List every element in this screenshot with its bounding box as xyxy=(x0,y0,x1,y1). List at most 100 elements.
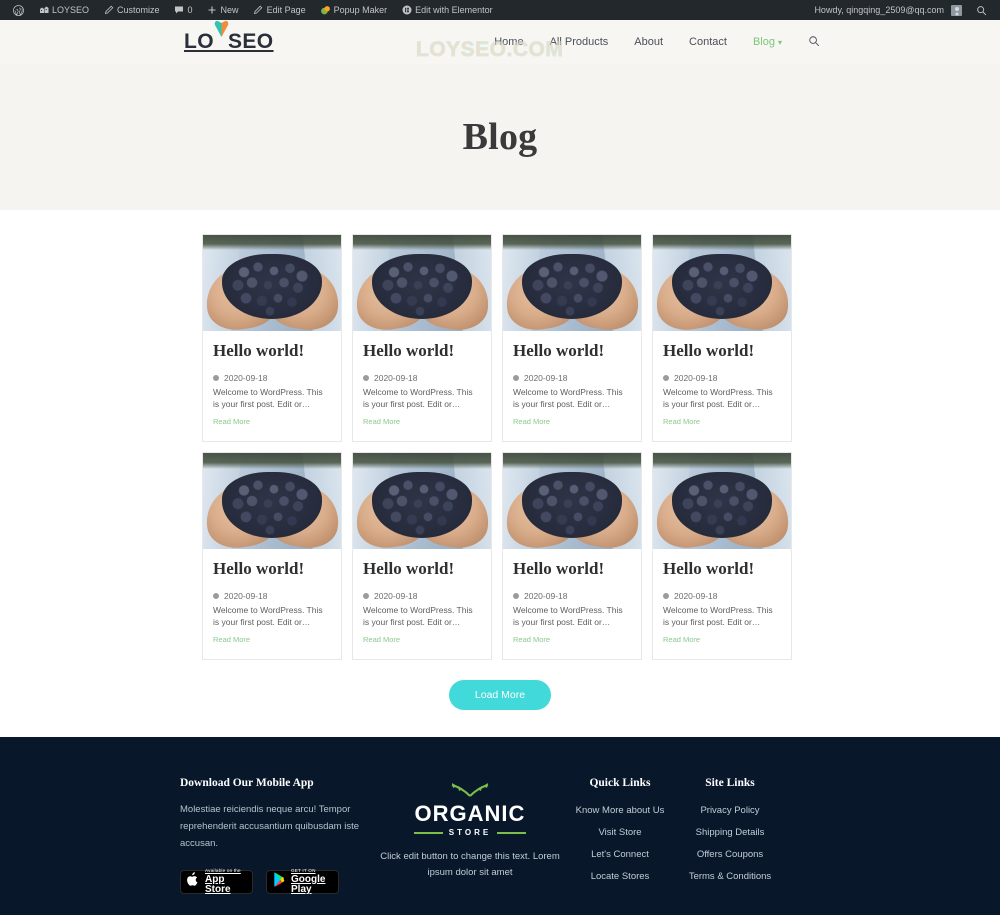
blog-card-image[interactable] xyxy=(653,453,791,550)
blog-card-meta: 2020-09-18 xyxy=(363,591,481,601)
quick-link-item[interactable]: Locate Stores xyxy=(565,871,675,882)
site-link-item[interactable]: Terms & Conditions xyxy=(675,871,785,882)
blog-card-date: 2020-09-18 xyxy=(374,590,418,601)
quick-link-item[interactable]: Know More about Us xyxy=(565,805,675,816)
google-play-badge-text: GET IT ON Google Play xyxy=(291,869,332,895)
logo-heart-icon xyxy=(214,20,229,37)
site-link-item[interactable]: Privacy Policy xyxy=(675,805,785,816)
blog-card-meta: 2020-09-18 xyxy=(663,373,781,383)
admin-bar-site-name[interactable]: LOYSEO xyxy=(31,0,96,20)
blog-card[interactable]: Hello world! 2020-09-18 Welcome to WordP… xyxy=(352,234,492,443)
blog-card-body: Hello world! 2020-09-18 Welcome to WordP… xyxy=(353,331,491,441)
logo-text-post: SEO xyxy=(227,30,274,53)
bullet-icon xyxy=(513,374,519,381)
read-more-link[interactable]: Read More xyxy=(663,417,700,426)
read-more-link[interactable]: Read More xyxy=(513,417,550,426)
wordpress-logo-menu[interactable] xyxy=(6,0,31,20)
google-play-badge[interactable]: GET IT ON Google Play xyxy=(266,869,339,895)
admin-bar-search[interactable] xyxy=(969,0,994,20)
site-header: LO Y SEO LOYSEO.COM Home All Products Ab… xyxy=(0,20,1000,64)
blog-card[interactable]: Hello world! 2020-09-18 Welcome to WordP… xyxy=(652,234,792,443)
blog-card-title[interactable]: Hello world! xyxy=(513,341,631,361)
admin-bar-elementor[interactable]: Edit with Elementor xyxy=(394,0,500,20)
blog-card-image[interactable] xyxy=(503,235,641,331)
read-more-link[interactable]: Read More xyxy=(213,417,250,426)
blog-card-body: Hello world! 2020-09-18 Welcome to WordP… xyxy=(653,331,791,441)
popup-maker-icon xyxy=(320,5,331,16)
site-link-item[interactable]: Shipping Details xyxy=(675,827,785,838)
logo-y-mark: Y xyxy=(214,20,229,54)
read-more-link[interactable]: Read More xyxy=(663,635,700,644)
read-more-link[interactable]: Read More xyxy=(213,635,250,644)
bullet-icon xyxy=(513,592,519,599)
read-more-link[interactable]: Read More xyxy=(513,635,550,644)
quick-links-heading: Quick Links xyxy=(589,777,651,790)
blog-card-body: Hello world! 2020-09-18 Welcome to WordP… xyxy=(503,549,641,659)
site-logo[interactable]: LO Y SEO xyxy=(184,20,274,54)
nav-item-all-products[interactable]: All Products xyxy=(550,36,609,48)
blog-card-meta: 2020-09-18 xyxy=(363,373,481,383)
blog-card-date: 2020-09-18 xyxy=(224,372,268,383)
comment-icon xyxy=(174,5,185,16)
chevron-down-icon: ▾ xyxy=(777,38,782,47)
hands-holding-grapes-photo xyxy=(203,453,341,550)
admin-bar-my-account[interactable]: Howdy, qingqing_2509@qq.com xyxy=(807,0,969,20)
admin-bar-comments[interactable]: 0 xyxy=(167,0,200,20)
hands-holding-grapes-photo xyxy=(503,235,641,331)
footer-columns: Download Our Mobile App Molestiae reicie… xyxy=(180,777,820,895)
blog-card-title[interactable]: Hello world! xyxy=(213,559,331,579)
footer-app-heading: Download Our Mobile App xyxy=(180,777,314,790)
bullet-icon xyxy=(213,592,219,599)
blog-card[interactable]: Hello world! 2020-09-18 Welcome to WordP… xyxy=(202,452,342,661)
nav-item-contact[interactable]: Contact xyxy=(689,36,727,48)
bullet-icon xyxy=(363,592,369,599)
organic-logo-sub: STORE xyxy=(414,828,527,838)
blog-card-excerpt: Welcome to WordPress. This is your first… xyxy=(213,386,323,409)
blog-card-excerpt: Welcome to WordPress. This is your first… xyxy=(363,604,473,628)
hands-holding-grapes-photo xyxy=(203,235,341,331)
blog-card[interactable]: Hello world! 2020-09-18 Welcome to WordP… xyxy=(202,234,342,443)
blog-card-title[interactable]: Hello world! xyxy=(363,559,481,579)
nav-item-home[interactable]: Home xyxy=(494,36,523,48)
wordpress-logo-icon xyxy=(13,4,24,16)
quick-link-item[interactable]: Let's Connect xyxy=(565,849,675,860)
blog-card-image[interactable] xyxy=(503,453,641,550)
blog-card-image[interactable] xyxy=(203,453,341,550)
bullet-icon xyxy=(663,374,669,381)
blog-card-title[interactable]: Hello world! xyxy=(213,341,331,361)
load-more-button[interactable]: Load More xyxy=(448,680,552,711)
app-store-badge[interactable]: Available on the App Store xyxy=(180,869,253,895)
blog-card-image[interactable] xyxy=(353,235,491,331)
blog-card-title[interactable]: Hello world! xyxy=(663,341,781,361)
blog-card-excerpt: Welcome to WordPress. This is your first… xyxy=(213,604,323,628)
blog-card-title[interactable]: Hello world! xyxy=(663,559,781,579)
admin-bar-edit-page[interactable]: Edit Page xyxy=(246,0,313,20)
blog-card-title[interactable]: Hello world! xyxy=(513,559,631,579)
blog-card-image[interactable] xyxy=(353,453,491,550)
header-search-button[interactable] xyxy=(808,35,820,50)
nav-item-blog[interactable]: Blog ▾ xyxy=(753,36,782,48)
wp-admin-bar: LOYSEO Customize 0 New Edit Page Popup M… xyxy=(0,0,1000,20)
blog-card-title[interactable]: Hello world! xyxy=(363,341,481,361)
blog-card-date: 2020-09-18 xyxy=(224,590,268,601)
read-more-link[interactable]: Read More xyxy=(363,635,400,644)
organic-logo-subtext: STORE xyxy=(448,828,492,838)
site-link-item[interactable]: Offers Coupons xyxy=(675,849,785,860)
read-more-link[interactable]: Read More xyxy=(363,417,400,426)
blog-card[interactable]: Hello world! 2020-09-18 Welcome to WordP… xyxy=(352,452,492,661)
admin-bar-popup-maker[interactable]: Popup Maker xyxy=(313,0,395,20)
admin-bar-customize[interactable]: Customize xyxy=(96,0,167,20)
blog-card-image[interactable] xyxy=(653,235,791,331)
blog-card-excerpt: Welcome to WordPress. This is your first… xyxy=(663,604,773,628)
blog-card[interactable]: Hello world! 2020-09-18 Welcome to WordP… xyxy=(652,452,792,661)
blog-card-image[interactable] xyxy=(203,235,341,331)
site-links-heading: Site Links xyxy=(705,777,755,790)
quick-link-item[interactable]: Visit Store xyxy=(565,827,675,838)
blog-card-meta: 2020-09-18 xyxy=(663,591,781,601)
footer-app-text: Molestiae reiciendis neque arcu! Tempor … xyxy=(180,804,360,849)
blog-card[interactable]: Hello world! 2020-09-18 Welcome to WordP… xyxy=(502,234,642,443)
blog-card[interactable]: Hello world! 2020-09-18 Welcome to WordP… xyxy=(502,452,642,661)
apple-icon xyxy=(187,872,200,892)
plus-icon xyxy=(207,5,218,16)
nav-item-about[interactable]: About xyxy=(634,36,663,48)
